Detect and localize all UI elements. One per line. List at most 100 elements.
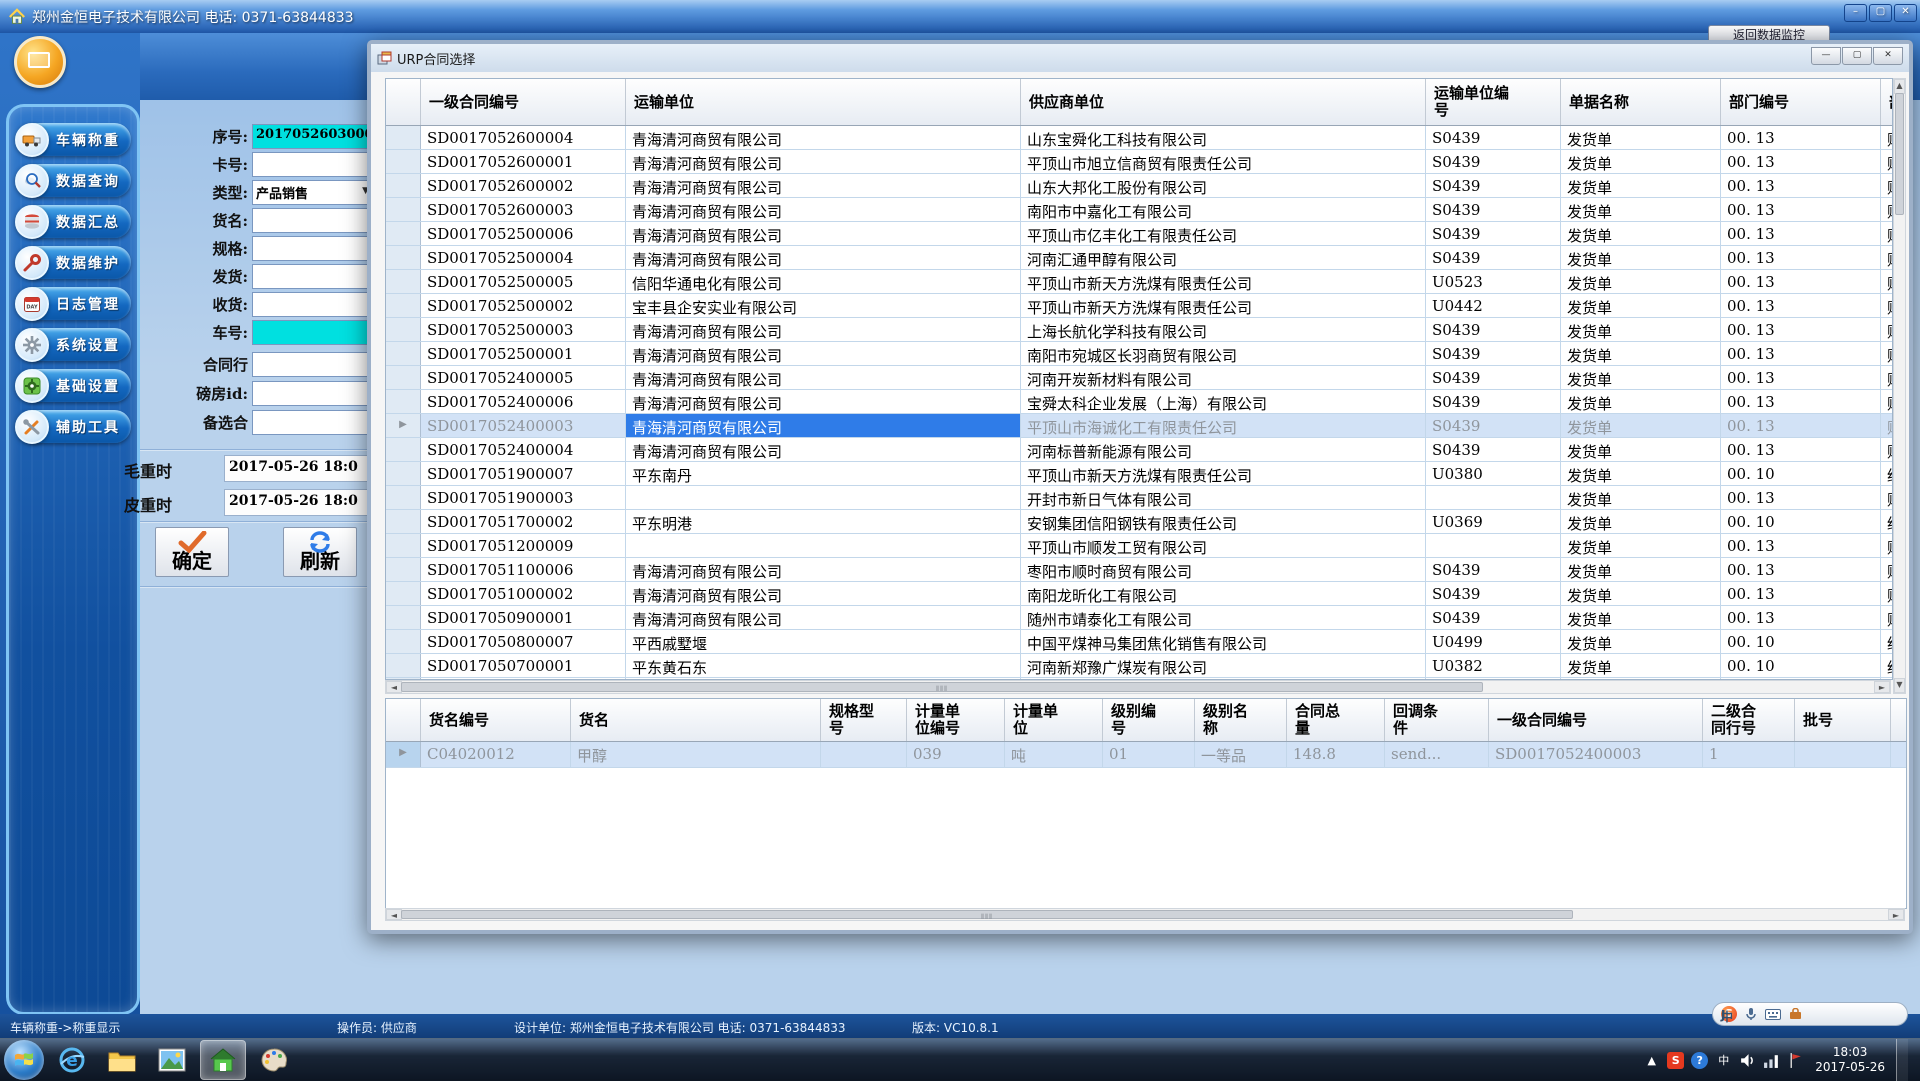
column-header[interactable]: 规格型 号	[821, 699, 907, 741]
table-row[interactable]: SD0017052500004青海清河商贸有限公司河南汇通甲醇有限公司S0439…	[386, 246, 1892, 270]
table-row[interactable]: SD0017050800007平西戚墅堰中国平煤神马集团焦化销售有限公司U049…	[386, 630, 1892, 654]
refresh-button[interactable]: 刷新	[283, 527, 357, 577]
dialog-maximize-button[interactable]: ▢	[1842, 47, 1872, 65]
dialog-titlebar[interactable]: URP合同选择 — ▢ ✕	[371, 44, 1909, 73]
column-header[interactable]: 货名编号	[421, 699, 571, 741]
table-row[interactable]: ▶SD0017052400003青海清河商贸有限公司平顶山市海诚化工有限责任公司…	[386, 414, 1892, 438]
tray-sogou-icon[interactable]: S	[1667, 1052, 1684, 1069]
table-row[interactable]: SD0017051900007平东南丹平顶山市新天方洗煤有限责任公司U0380发…	[386, 462, 1892, 486]
table-row[interactable]: SD0017052400006青海清河商贸有限公司宝舜太科企业发展（上海）有限公…	[386, 390, 1892, 414]
table-row[interactable]: SD0017050900001青海清河商贸有限公司随州市靖泰化工有限公司S043…	[386, 606, 1892, 630]
column-header[interactable]: 供应商单位	[1021, 79, 1426, 125]
tray-help-icon[interactable]: ?	[1691, 1052, 1708, 1069]
table-cell: 平顶山市新天方洗煤有限责任公司	[1021, 294, 1426, 317]
column-header[interactable]: 计量单 位编号	[907, 699, 1005, 741]
table-row[interactable]: SD0017052500002宝丰县企安实业有限公司平顶山市新天方洗煤有限责任公…	[386, 294, 1892, 318]
column-header[interactable]: 计量单 位	[1005, 699, 1103, 741]
column-header[interactable]: 一级合同编号	[1489, 699, 1703, 741]
column-header[interactable]: 二级合 同行号	[1703, 699, 1795, 741]
dialog-hscrollbar[interactable]: ◄► ⦀⦀⦀	[385, 908, 1905, 921]
sidebar-item-6[interactable]: 系统设置	[19, 328, 131, 361]
table-row[interactable]: SD0017052500001青海清河商贸有限公司南阳市宛城区长羽商贸有限公司S…	[386, 342, 1892, 366]
close-button[interactable]: ✕	[1894, 4, 1917, 22]
column-header[interactable]: 批号	[1795, 699, 1891, 741]
sidebar-item-4[interactable]: 数据维护	[19, 246, 131, 279]
truckno-input[interactable]	[252, 320, 372, 345]
taskbar-item-ie[interactable]: e	[50, 1041, 94, 1079]
sidebar-item-8[interactable]: 辅助工具	[19, 410, 131, 443]
taskbar-item-paint[interactable]	[252, 1041, 296, 1079]
table-row[interactable]: SD0017051100006青海清河商贸有限公司枣阳市顺时商贸有限公司S043…	[386, 558, 1892, 582]
column-header[interactable]: 运输单位	[626, 79, 1021, 125]
scale-id-input[interactable]	[252, 381, 372, 406]
table-cell: 00. 13	[1721, 606, 1881, 629]
input-method-bar[interactable]: S 中 J ’	[1712, 1002, 1908, 1026]
table-row[interactable]: SD0017052600003青海清河商贸有限公司南阳市中嘉化工有限公司S043…	[386, 198, 1892, 222]
sidebar-item-1[interactable]: 车辆称重	[19, 123, 131, 156]
table-row[interactable]: SD0017051200009平顶山市顺发工贸有限公司发货单00. 13财务	[386, 534, 1892, 558]
column-header[interactable]: 级别编 号	[1103, 699, 1195, 741]
gross-time-field[interactable]: 2017-05-26 18:0	[224, 455, 374, 482]
column-header[interactable]: 单据名称	[1561, 79, 1721, 125]
table-row[interactable]: SD0017051000002青海清河商贸有限公司南阳龙昕化工有限公司S0439…	[386, 582, 1892, 606]
contracts-hscrollbar[interactable]: ◄► ⦀⦀⦀	[385, 680, 1891, 694]
table-row[interactable]: SD0017052600004青海清河商贸有限公司山东宝舜化工科技有限公司S04…	[386, 126, 1892, 150]
contract-line-input[interactable]	[252, 352, 372, 377]
spec-input[interactable]	[252, 236, 372, 261]
table-row[interactable]: SD0017052400004青海清河商贸有限公司河南标普新能源有限公司S043…	[386, 438, 1892, 462]
mic-icon[interactable]	[1745, 1007, 1757, 1021]
type-select[interactable]: 产品销售▼	[252, 180, 372, 205]
input-quote-icon[interactable]: ’	[1721, 1008, 1726, 1022]
dialog-close-button[interactable]: ✕	[1873, 47, 1903, 65]
goods-input[interactable]	[252, 208, 372, 233]
sequence-input[interactable]: 20170526030001	[252, 124, 372, 149]
column-header[interactable]: 合同总 量	[1287, 699, 1385, 741]
column-header[interactable]: 部门	[1881, 79, 1893, 125]
contracts-vscrollbar[interactable]: ▲▼	[1893, 78, 1906, 694]
table-row[interactable]: SD0017052500003青海清河商贸有限公司上海长航化学科技有限公司S04…	[386, 318, 1892, 342]
minimize-button[interactable]: –	[1844, 4, 1867, 22]
start-button[interactable]	[4, 1040, 44, 1080]
keyboard-icon[interactable]	[1765, 1009, 1781, 1020]
sidebar-item-5[interactable]: DAY日志管理	[19, 287, 131, 320]
table-row[interactable]: SD0017052500006青海清河商贸有限公司平顶山市亿丰化工有限责任公司S…	[386, 222, 1892, 246]
table-row[interactable]: SD0017050700001平东黄石东河南新郑豫广煤炭有限公司U0382发货单…	[386, 654, 1892, 678]
column-header[interactable]: 运输单位编 号	[1426, 79, 1561, 125]
table-row[interactable]: SD0017052400005青海清河商贸有限公司河南开炭新材料有限公司S043…	[386, 366, 1892, 390]
tray-chevron-up-icon[interactable]: ▲	[1643, 1052, 1660, 1069]
column-header[interactable]: 级别名 称	[1195, 699, 1287, 741]
column-header[interactable]: 回调条 件	[1385, 699, 1489, 741]
toolbox-icon[interactable]	[1789, 1008, 1802, 1020]
table-row[interactable]: SD0017051900003开封市新日气体有限公司发货单00. 13财务	[386, 486, 1892, 510]
table-row[interactable]: SD0017052500005信阳华通电化有限公司平顶山市新天方洗煤有限责任公司…	[386, 270, 1892, 294]
form-row: 规格:	[140, 236, 372, 258]
maximize-button[interactable]: ▢	[1869, 4, 1892, 22]
taskbar-item-photos[interactable]	[150, 1041, 194, 1079]
table-cell: 平顶山市亿丰化工有限责任公司	[1021, 222, 1426, 245]
tray-network-icon[interactable]	[1763, 1052, 1780, 1069]
taskbar-item-explorer[interactable]	[100, 1041, 144, 1079]
dialog-minimize-button[interactable]: —	[1811, 47, 1841, 65]
card-input[interactable]	[252, 152, 372, 177]
tray-flag-icon[interactable]	[1787, 1052, 1804, 1069]
confirm-button[interactable]: 确定	[155, 527, 229, 577]
sidebar-item-7[interactable]: 基础设置	[19, 369, 131, 402]
column-header[interactable]: 货名	[571, 699, 821, 741]
table-row[interactable]: SD0017052600002青海清河商贸有限公司山东大邦化工股份有限公司S04…	[386, 174, 1892, 198]
column-header[interactable]: 一级合同编号	[421, 79, 626, 125]
show-desktop-button[interactable]	[1896, 1039, 1908, 1081]
receiver-input[interactable]	[252, 292, 372, 317]
taskbar-item-weigh-app[interactable]	[200, 1040, 246, 1080]
column-header[interactable]: 部门编号	[1721, 79, 1881, 125]
table-row[interactable]: SD0017051700002平东明港安钢集团信阳钢铁有限责任公司U0369发货…	[386, 510, 1892, 534]
sender-input[interactable]	[252, 264, 372, 289]
tray-input-zh-icon[interactable]: 中	[1715, 1052, 1732, 1069]
sidebar-item-3[interactable]: 数据汇总	[19, 205, 131, 238]
taskbar-clock[interactable]: 18:03 2017-05-26	[1815, 1045, 1885, 1075]
table-row[interactable]: SD0017052600001青海清河商贸有限公司平顶山市旭立信商贸有限责任公司…	[386, 150, 1892, 174]
sidebar-item-2[interactable]: 数据查询	[19, 164, 131, 197]
tray-volume-icon[interactable]	[1739, 1052, 1756, 1069]
tare-time-field[interactable]: 2017-05-26 18:0	[224, 489, 374, 516]
table-row[interactable]: ▶C04020012甲醇039吨01一等品148.8send...SD00170…	[386, 742, 1906, 768]
alt-contract-input[interactable]	[252, 410, 372, 435]
